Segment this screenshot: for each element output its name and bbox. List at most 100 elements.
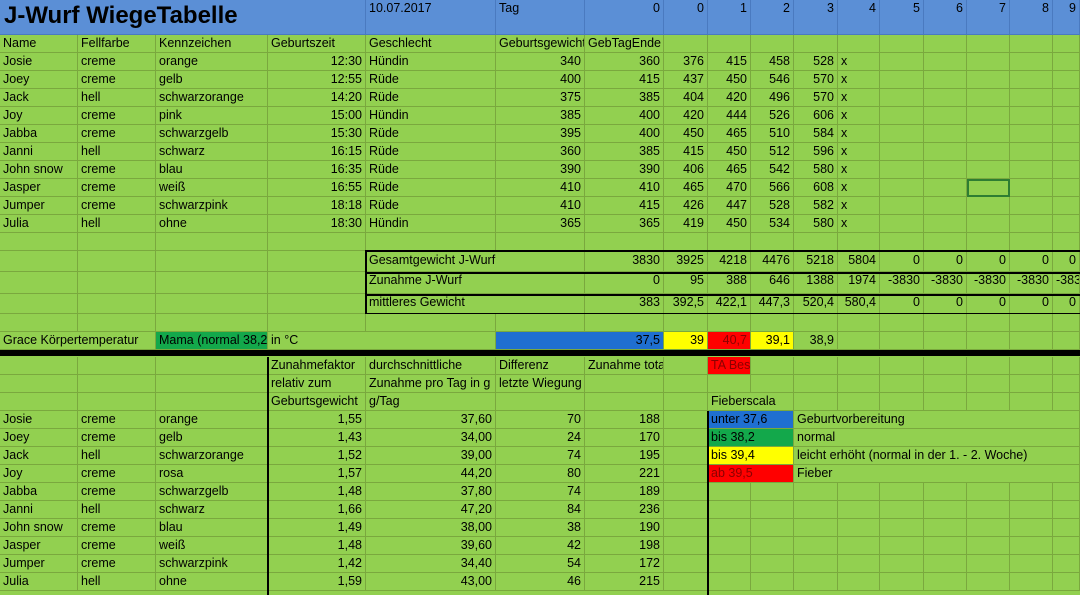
summary-value-cell[interactable]: 447,3 (751, 294, 794, 314)
empty-cell[interactable] (1010, 519, 1053, 537)
empty-cell[interactable] (751, 537, 794, 555)
empty-cell[interactable] (880, 125, 924, 143)
sex-cell[interactable]: Rüde (366, 125, 496, 143)
empty-cell[interactable] (156, 294, 268, 314)
sex-cell[interactable]: Rüde (366, 71, 496, 89)
fur-color-cell[interactable]: hell (78, 447, 156, 465)
birth-time-cell[interactable]: 15:30 (268, 125, 366, 143)
weight-day2-cell[interactable]: 470 (708, 179, 751, 197)
total-header-cell[interactable]: Zunahme tota (585, 357, 664, 375)
summary-value-cell[interactable]: 580,4 (838, 294, 880, 314)
growth-factor-cell[interactable]: 1,48 (268, 483, 366, 501)
empty-cell[interactable] (1010, 179, 1053, 197)
difference-cell[interactable]: 74 (496, 447, 585, 465)
empty-cell[interactable] (967, 161, 1010, 179)
puppy-name-cell[interactable]: Julia (0, 215, 78, 233)
weight-day3-cell[interactable]: 534 (751, 215, 794, 233)
puppy-name-cell[interactable]: John snow (0, 519, 78, 537)
puppy-name-cell[interactable]: Joey (0, 429, 78, 447)
marker-cell[interactable]: weiß (156, 179, 268, 197)
marker-cell[interactable]: schwarzorange (156, 89, 268, 107)
empty-cell[interactable] (1010, 125, 1053, 143)
empty-cell[interactable] (838, 332, 880, 350)
total-gain-cell[interactable]: 172 (585, 555, 664, 573)
temp-value-cell[interactable]: 39,1 (751, 332, 794, 350)
weight-day2-cell[interactable]: 447 (708, 197, 751, 215)
day-number-cell[interactable]: 2 (751, 0, 794, 35)
weight-day2-cell[interactable]: 450 (708, 215, 751, 233)
birth-weight-cell[interactable]: 390 (496, 161, 585, 179)
average-gain-cell[interactable]: 34,40 (366, 555, 496, 573)
summary-value-cell[interactable]: 0 (967, 252, 1010, 272)
puppy-name-cell[interactable]: Janni (0, 501, 78, 519)
weight-day3-cell[interactable]: 512 (751, 143, 794, 161)
birth-time-cell[interactable]: 16:55 (268, 179, 366, 197)
birth-weight-cell[interactable]: 410 (496, 197, 585, 215)
fever-range-cell[interactable]: bis 39,4 (708, 447, 794, 465)
sex-cell[interactable]: Rüde (366, 143, 496, 161)
empty-cell[interactable] (1053, 71, 1080, 89)
total-gain-cell[interactable]: 221 (585, 465, 664, 483)
empty-cell[interactable] (880, 393, 924, 411)
mark-cell[interactable]: x (838, 161, 880, 179)
sheet-title[interactable]: J-Wurf WiegeTabelle (0, 0, 366, 35)
summary-value-cell[interactable]: 0 (880, 252, 924, 272)
empty-cell[interactable] (794, 233, 838, 251)
empty-cell[interactable] (664, 357, 708, 375)
puppy-name-cell[interactable]: Jabba (0, 483, 78, 501)
factor-header-cell[interactable]: Geburtsgewicht (268, 393, 366, 411)
empty-cell[interactable] (0, 233, 78, 251)
fever-desc-cell[interactable]: Geburtvorbereitung (794, 411, 1080, 429)
fur-color-cell[interactable]: creme (78, 125, 156, 143)
empty-cell[interactable] (880, 197, 924, 215)
empty-cell[interactable] (924, 573, 967, 591)
mark-cell[interactable]: x (838, 107, 880, 125)
spreadsheet-grid[interactable]: J-Wurf WiegeTabelle 10.07.2017 Tag 0 0 1 2 3 4 5 6… (0, 0, 1080, 595)
empty-cell[interactable] (1053, 35, 1080, 53)
day-number-cell[interactable]: 4 (838, 0, 880, 35)
weight-day3-cell[interactable]: 546 (751, 71, 794, 89)
empty-cell[interactable] (967, 483, 1010, 501)
average-header-cell[interactable]: durchschnittliche (366, 357, 496, 375)
empty-cell[interactable] (924, 71, 967, 89)
empty-cell[interactable] (967, 179, 1010, 197)
puppy-name-cell[interactable]: Jack (0, 89, 78, 107)
fur-color-cell[interactable]: creme (78, 537, 156, 555)
factor-header-cell[interactable]: Zunahmefaktor (268, 357, 366, 375)
empty-cell[interactable] (496, 393, 585, 411)
summary-value-cell[interactable]: 0 (1010, 294, 1053, 314)
fur-color-cell[interactable]: hell (78, 573, 156, 591)
mark-cell[interactable]: x (838, 143, 880, 161)
fur-color-cell[interactable]: hell (78, 143, 156, 161)
weight-day1-cell[interactable]: 404 (664, 89, 708, 107)
day-number-cell[interactable]: 7 (967, 0, 1010, 35)
empty-cell[interactable] (268, 252, 366, 272)
empty-cell[interactable] (924, 89, 967, 107)
marker-cell[interactable]: ohne (156, 573, 268, 591)
empty-cell[interactable] (664, 429, 708, 447)
day-number-cell[interactable]: 0 (585, 0, 664, 35)
summary-value-cell[interactable]: 3830 (585, 252, 664, 272)
summary-value-cell[interactable]: 95 (664, 272, 708, 294)
growth-factor-cell[interactable]: 1,43 (268, 429, 366, 447)
empty-cell[interactable] (880, 215, 924, 233)
growth-factor-cell[interactable]: 1,48 (268, 537, 366, 555)
empty-cell[interactable] (664, 35, 708, 53)
puppy-name-cell[interactable]: Joy (0, 465, 78, 483)
birth-time-cell[interactable]: 15:00 (268, 107, 366, 125)
empty-cell[interactable] (838, 393, 880, 411)
weight-day1-cell[interactable]: 376 (664, 53, 708, 71)
empty-cell[interactable] (838, 375, 880, 393)
empty-cell[interactable] (880, 233, 924, 251)
summary-value-cell[interactable]: 5218 (794, 252, 838, 272)
total-gain-cell[interactable]: 170 (585, 429, 664, 447)
weight-day1-cell[interactable]: 415 (664, 143, 708, 161)
empty-cell[interactable] (708, 483, 751, 501)
birth-time-cell[interactable]: 12:30 (268, 53, 366, 71)
mark-cell[interactable]: x (838, 179, 880, 197)
empty-cell[interactable] (1053, 519, 1080, 537)
marker-cell[interactable]: gelb (156, 71, 268, 89)
summary-value-cell[interactable]: -3830 (1010, 272, 1053, 294)
empty-cell[interactable] (751, 573, 794, 591)
temperature-label-cell[interactable]: Grace Körpertemperatur (0, 332, 156, 350)
